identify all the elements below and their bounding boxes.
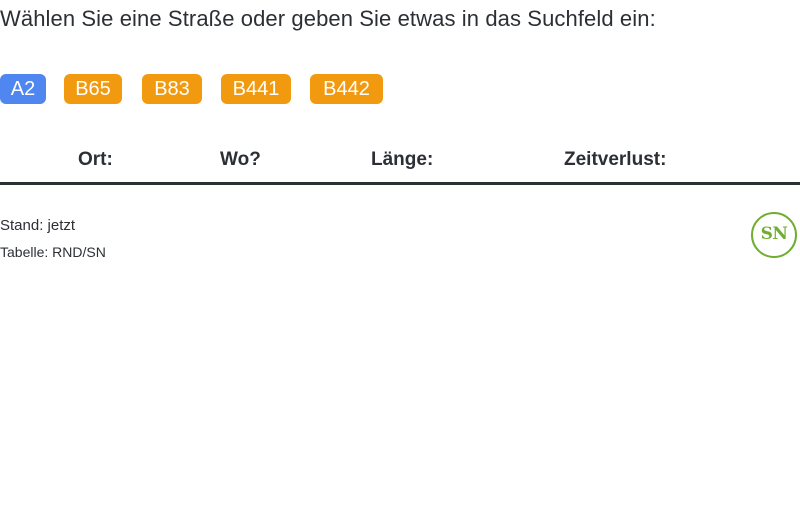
column-header-ort: Ort: — [78, 149, 113, 170]
table-source: Tabelle: RND/SN — [0, 244, 106, 260]
table-header: Ort: Wo? Länge: Zeitverlust: — [0, 145, 800, 175]
column-header-zeitverlust: Zeitverlust: — [564, 149, 667, 170]
road-chip-a2[interactable]: A2 — [0, 74, 46, 104]
instruction-text: Wählen Sie eine Straße oder geben Sie et… — [0, 6, 656, 31]
road-chip-b442[interactable]: B442 — [310, 74, 383, 104]
table-divider — [0, 182, 800, 185]
road-chip-b65[interactable]: B65 — [64, 74, 122, 104]
sn-logo: SN — [751, 212, 797, 258]
road-chip-b83[interactable]: B83 — [142, 74, 202, 104]
column-header-wo: Wo? — [220, 149, 261, 170]
road-chip-b441[interactable]: B441 — [221, 74, 291, 104]
status-timestamp: Stand: jetzt — [0, 217, 76, 234]
column-header-laenge: Länge: — [371, 149, 434, 170]
